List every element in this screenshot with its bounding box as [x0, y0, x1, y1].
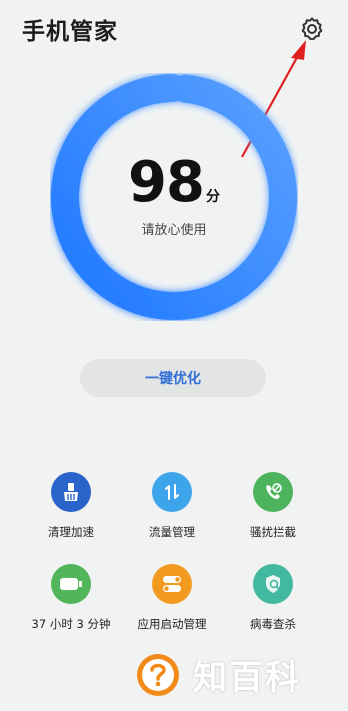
tool-label: 应用启动管理	[137, 617, 207, 631]
score-value: 98	[128, 150, 205, 215]
broom-icon	[51, 472, 91, 512]
toggle-icon	[152, 564, 192, 604]
tool-clean-boost[interactable]: 清理加速	[21, 472, 121, 540]
tool-virus-scan[interactable]: 病毒查杀	[223, 564, 323, 632]
score-unit: 分	[205, 189, 220, 205]
phone-block-icon	[253, 472, 293, 512]
optimize-button[interactable]: 一键优化	[80, 359, 266, 397]
data-arrows-icon	[152, 472, 192, 512]
gear-icon[interactable]	[299, 16, 325, 42]
tool-data-manage[interactable]: 流量管理	[122, 472, 222, 540]
tool-battery[interactable]: 37 小时 3 分钟	[21, 564, 121, 632]
tool-harass-block[interactable]: 骚扰拦截	[223, 472, 323, 540]
shield-scan-icon	[253, 564, 293, 604]
watermark-text: 知百科	[193, 658, 301, 698]
tool-app-launch[interactable]: 应用启动管理	[122, 564, 222, 632]
tool-label: 清理加速	[48, 525, 94, 539]
page-title: 手机管家	[22, 19, 118, 45]
tool-label: 流量管理	[149, 525, 195, 539]
tool-label: 37 小时 3 分钟	[31, 617, 111, 631]
question-mark-logo-icon	[137, 653, 179, 696]
watermark: 知百科	[135, 650, 301, 699]
score-status: 请放心使用	[141, 223, 207, 238]
score-display: 98 分	[50, 155, 298, 211]
battery-icon	[51, 564, 91, 604]
tool-label: 病毒查杀	[250, 617, 296, 631]
tool-label: 骚扰拦截	[250, 525, 296, 539]
